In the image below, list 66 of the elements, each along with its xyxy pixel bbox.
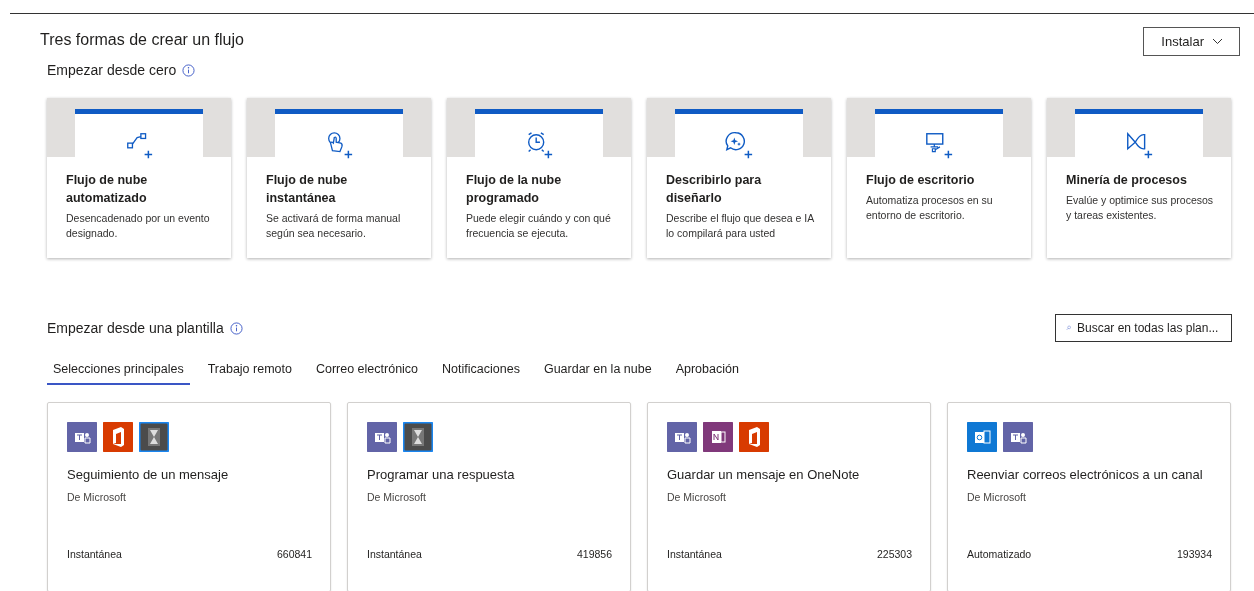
usage-count: 193934 bbox=[1176, 548, 1212, 560]
usage-count: 225303 bbox=[876, 548, 912, 560]
category-tab[interactable]: Selecciones principales bbox=[47, 358, 190, 385]
card-description: Puede elegir cuándo y con qué frecuencia se ejecuta. bbox=[466, 211, 612, 241]
template-card[interactable]: Reenviar correos electrónicos a un canal De Microsoft Automatizado 193934 bbox=[947, 402, 1231, 591]
template-title: Guardar un mensaje en OneNote bbox=[667, 467, 861, 482]
template-card[interactable]: Seguimiento de un mensaje De Microsoft Instantánea 660841 bbox=[47, 402, 331, 591]
flow-type-card[interactable]: Flujo de nube instantánea Se activará de forma manual según sea necesario. bbox=[247, 98, 431, 258]
section-heading: Empezar desde una plantilla bbox=[47, 320, 224, 336]
chevron-down-icon bbox=[1212, 38, 1223, 45]
flow-type-card[interactable]: Flujo de nube automatizado Desencadenado por un evento designado. bbox=[47, 98, 231, 258]
flow-type-label: Instantánea bbox=[667, 548, 722, 560]
card-title: Describirlo para diseñarlo bbox=[666, 172, 763, 207]
teams-app-icon bbox=[367, 422, 397, 452]
usage-count: 660841 bbox=[276, 548, 312, 560]
hourglass-app-icon bbox=[139, 422, 169, 452]
search-field[interactable]: Buscar en todas las plan... bbox=[1055, 314, 1232, 342]
teams-app-icon bbox=[1003, 422, 1033, 452]
category-tab[interactable]: Trabajo remoto bbox=[201, 358, 298, 385]
template-title: Programar una respuesta bbox=[367, 467, 516, 482]
category-tab[interactable]: Aprobación bbox=[669, 358, 745, 385]
describe-flow-icon bbox=[724, 130, 754, 160]
card-title: Flujo de nube automatizado bbox=[66, 172, 149, 207]
mail-app-icon bbox=[967, 422, 997, 452]
template-card[interactable]: Programar una respuesta De Microsoft Instantánea 419856 bbox=[347, 402, 631, 591]
publisher-label: De Microsoft bbox=[367, 491, 427, 503]
publisher-label: De Microsoft bbox=[67, 491, 127, 503]
flow-type-label: Instantánea bbox=[367, 548, 422, 560]
card-description: Se activará de forma manual según sea necesario. bbox=[266, 211, 402, 241]
publisher-label: De Microsoft bbox=[967, 491, 1027, 503]
install-button[interactable]: Instalar bbox=[1143, 27, 1240, 56]
category-tab[interactable]: Notificaciones bbox=[436, 358, 526, 385]
office-app-icon bbox=[103, 422, 133, 452]
category-tab[interactable]: Guardar en la nube bbox=[537, 358, 658, 385]
card-description: Describe el flujo que desea e IA lo compilará para usted bbox=[666, 211, 815, 241]
publisher-label: De Microsoft bbox=[667, 491, 727, 503]
card-title: Flujo de nube instantánea bbox=[266, 172, 349, 207]
card-title: Minería de procesos bbox=[1066, 172, 1188, 189]
flow-type-card[interactable]: Flujo de la nube programado Puede elegir cuándo y con qué frecuencia se ejecuta. bbox=[447, 98, 631, 258]
desktop-flow-icon bbox=[924, 130, 954, 160]
category-tab[interactable]: Correo electrónico bbox=[309, 358, 425, 385]
page-title: Tres formas de crear un flujo bbox=[40, 31, 244, 49]
flow-type-label: Automatizado bbox=[967, 548, 1032, 560]
flow-type-card[interactable]: Describirlo para diseñarlo Describe el flujo que desea e IA lo compilará para usted bbox=[647, 98, 831, 258]
template-title: Seguimiento de un mensaje bbox=[67, 467, 230, 482]
section-heading: Empezar desde cero bbox=[47, 62, 177, 78]
flow-type-label: Instantánea bbox=[67, 548, 122, 560]
mining-flow-icon bbox=[1124, 130, 1154, 160]
template-card[interactable]: Guardar un mensaje en OneNote De Microsoft Instantánea 225303 bbox=[647, 402, 931, 591]
hourglass-app-icon bbox=[403, 422, 433, 452]
onenote-app-icon bbox=[703, 422, 733, 452]
automated-flow-icon bbox=[124, 130, 154, 160]
card-description: Automatiza procesos en su entorno de escritorio. bbox=[866, 193, 994, 223]
info-icon[interactable] bbox=[229, 321, 243, 335]
flow-type-card[interactable]: Minería de procesos Evalúe y optimice sus procesos y tareas existentes. bbox=[1047, 98, 1231, 258]
teams-app-icon bbox=[67, 422, 97, 452]
info-icon[interactable] bbox=[182, 63, 196, 77]
flow-type-card[interactable]: Flujo de escritorio Automatiza procesos en su entorno de escritorio. bbox=[847, 98, 1031, 258]
card-description: Evalúe y optimice sus procesos y tareas existentes. bbox=[1066, 193, 1215, 223]
card-title: Flujo de la nube programado bbox=[466, 172, 563, 207]
card-description: Desencadenado por un evento designado. bbox=[66, 211, 211, 241]
template-title: Reenviar correos electrónicos a un canal bbox=[967, 467, 1204, 482]
card-title: Flujo de escritorio bbox=[866, 172, 976, 189]
teams-app-icon bbox=[667, 422, 697, 452]
office-app-icon bbox=[739, 422, 769, 452]
usage-count: 419856 bbox=[576, 548, 612, 560]
